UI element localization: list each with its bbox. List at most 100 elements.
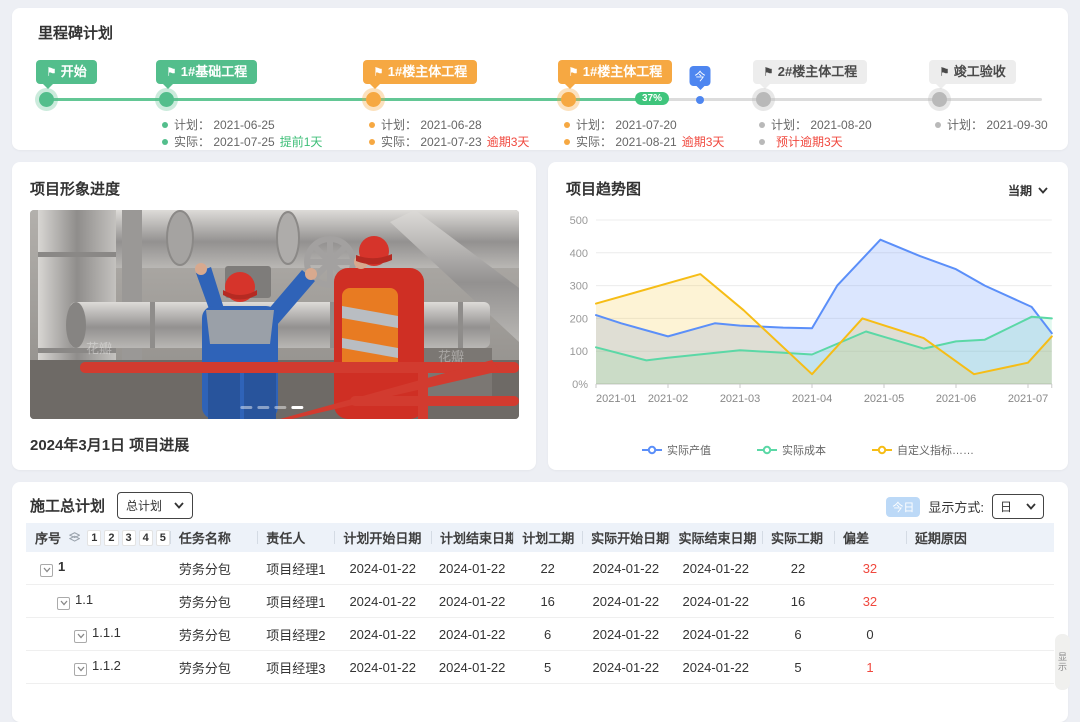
milestone-label[interactable]: ⚑1#楼主体工程 [558, 60, 672, 84]
expand-level-button[interactable]: 3 [122, 530, 136, 546]
milestone-node[interactable] [366, 92, 381, 107]
legend-item[interactable]: 自定义指标…… [872, 442, 974, 458]
period-select[interactable]: 当期 [1008, 182, 1048, 199]
legend-label: 自定义指标…… [897, 442, 974, 458]
column-header-label: 实际开始日期 [591, 528, 669, 547]
display-mode-select-value: 日 [1000, 498, 1012, 515]
photo-caption: 2024年3月1日 项目进展 [30, 434, 189, 455]
milestone-delay-note: 逾期3天 [682, 133, 725, 150]
column-header-label: 偏差 [843, 528, 869, 547]
table-cell: 2024-01-22 [582, 561, 669, 576]
carousel-dash[interactable] [274, 406, 286, 409]
column-header-label: 计划结束日期 [440, 528, 513, 547]
milestone-node[interactable] [39, 92, 54, 107]
trend-card: 项目趋势图 当期 0%1002003004005002021-012021-02… [548, 162, 1068, 470]
table-cell: 项目经理1 [257, 592, 334, 611]
milestone-label[interactable]: ⚑1#基础工程 [156, 60, 257, 84]
table-cell: 2024-01-22 [582, 627, 669, 642]
carousel-indicator[interactable] [240, 406, 303, 409]
table-cell: 劳务分包 [170, 625, 257, 644]
table-cell: 2024-01-22 [582, 660, 669, 675]
chevron-down-icon [1038, 187, 1048, 194]
chevron-down-icon [77, 633, 85, 639]
milestone-detail-row: 实际： 2021-08-21逾期3天 [564, 133, 784, 150]
plan-type-select[interactable]: 总计划 [117, 492, 193, 519]
grid-header: 序号12345任务名称责任人计划开始日期计划结束日期计划工期实际开始日期实际结束… [26, 523, 1054, 552]
timeline: 37% 今 ⚑开始⚑1#基础工程计划： 2021-06-25实际： 2021-0… [42, 60, 1042, 144]
milestone-detail-text: 计划： 2021-09-30 [947, 116, 1048, 133]
table-cell: 项目经理1 [257, 559, 334, 578]
schedule-grid: 序号12345任务名称责任人计划开始日期计划结束日期计划工期实际开始日期实际结束… [26, 523, 1054, 684]
row-expander[interactable] [74, 663, 87, 676]
column-header: 任务名称 [170, 523, 257, 552]
carousel-dash[interactable] [240, 406, 252, 409]
row-id: 1.1 [75, 592, 93, 607]
table-row[interactable]: 1劳务分包项目经理12024-01-222024-01-22222024-01-… [26, 552, 1054, 585]
milestone-label[interactable]: ⚑竣工验收 [929, 60, 1016, 84]
column-header: 序号 12345 [26, 523, 170, 552]
today-badge[interactable]: 今 [690, 66, 711, 86]
milestone-detail-text: 计划： 2021-08-20 [771, 116, 872, 133]
layers-icon [69, 531, 80, 544]
expand-level-button[interactable]: 2 [104, 530, 118, 546]
project-photo[interactable]: 花瓣 花瓣 [30, 210, 519, 419]
column-header-label: 延期原因 [915, 528, 967, 547]
flag-icon: ⚑ [763, 65, 774, 79]
column-header: 责任人 [257, 523, 334, 552]
milestone-label[interactable]: ⚑2#楼主体工程 [753, 60, 867, 84]
table-titlebar: 施工总计划 总计划 [30, 492, 193, 519]
flag-icon: ⚑ [568, 65, 579, 79]
side-collapse-tab[interactable]: 显示 [1055, 634, 1070, 690]
flag-icon: ⚑ [46, 65, 57, 79]
table-row[interactable]: 1.1.1劳务分包项目经理22024-01-222024-01-2262024-… [26, 618, 1054, 651]
milestone-detail-row: 预计逾期3天 [759, 133, 979, 150]
table-cell: 0 [834, 627, 906, 642]
trend-title: 项目趋势图 [566, 178, 641, 199]
table-cell: 2024-01-22 [669, 627, 762, 642]
milestone-node[interactable] [159, 92, 174, 107]
table-cell: 劳务分包 [170, 592, 257, 611]
legend-marker-icon [757, 445, 777, 455]
display-mode-select[interactable]: 日 [992, 494, 1044, 519]
display-mode-label: 显示方式: [928, 497, 984, 516]
column-header: 实际开始日期 [582, 523, 669, 552]
milestone-detail-text: 计划： 2021-06-25 [174, 116, 275, 133]
milestone-node[interactable] [932, 92, 947, 107]
svg-text:100: 100 [570, 346, 588, 358]
side-collapse-tab-label: 显示 [1056, 652, 1069, 672]
svg-text:0%: 0% [572, 379, 588, 391]
flag-icon: ⚑ [939, 65, 950, 79]
row-expander[interactable] [40, 564, 53, 577]
column-header-label: 责任人 [266, 528, 305, 547]
progress-percent-badge: 37% [635, 92, 669, 105]
table-cell: 2024-01-22 [334, 627, 431, 642]
row-expander[interactable] [57, 597, 70, 610]
milestone-label[interactable]: ⚑1#楼主体工程 [363, 60, 477, 84]
carousel-dash[interactable] [291, 406, 303, 409]
milestone-node[interactable] [756, 92, 771, 107]
column-header-label: 序号 [35, 528, 61, 547]
expand-level-button[interactable]: 1 [87, 530, 101, 546]
milestone-detail-row: 实际： 2021-07-23逾期3天 [369, 133, 589, 150]
chevron-down-icon [1026, 503, 1036, 510]
flag-icon: ⚑ [373, 65, 384, 79]
legend-marker-icon [642, 445, 662, 455]
legend-item[interactable]: 实际成本 [757, 442, 826, 458]
carousel-dash[interactable] [257, 406, 269, 409]
svg-text:2021-01: 2021-01 [596, 393, 636, 405]
table-cell: 22 [762, 561, 834, 576]
bullet-dot [162, 122, 168, 128]
today-jump-badge[interactable]: 今日 [886, 497, 920, 517]
visual-progress-card: 项目形象进度 [12, 162, 536, 470]
expand-level-button[interactable]: 4 [139, 530, 153, 546]
milestone-label[interactable]: ⚑开始 [36, 60, 97, 84]
legend-item[interactable]: 实际产值 [642, 442, 711, 458]
milestone-node[interactable] [561, 92, 576, 107]
table-cell: 2024-01-22 [431, 561, 513, 576]
table-row[interactable]: 1.1.2劳务分包项目经理32024-01-222024-01-2252024-… [26, 651, 1054, 684]
table-cell: 劳务分包 [170, 658, 257, 677]
row-expander[interactable] [74, 630, 87, 643]
expand-level-button[interactable]: 5 [156, 530, 170, 546]
column-header: 偏差 [834, 523, 906, 552]
table-row[interactable]: 1.1劳务分包项目经理12024-01-222024-01-22162024-0… [26, 585, 1054, 618]
